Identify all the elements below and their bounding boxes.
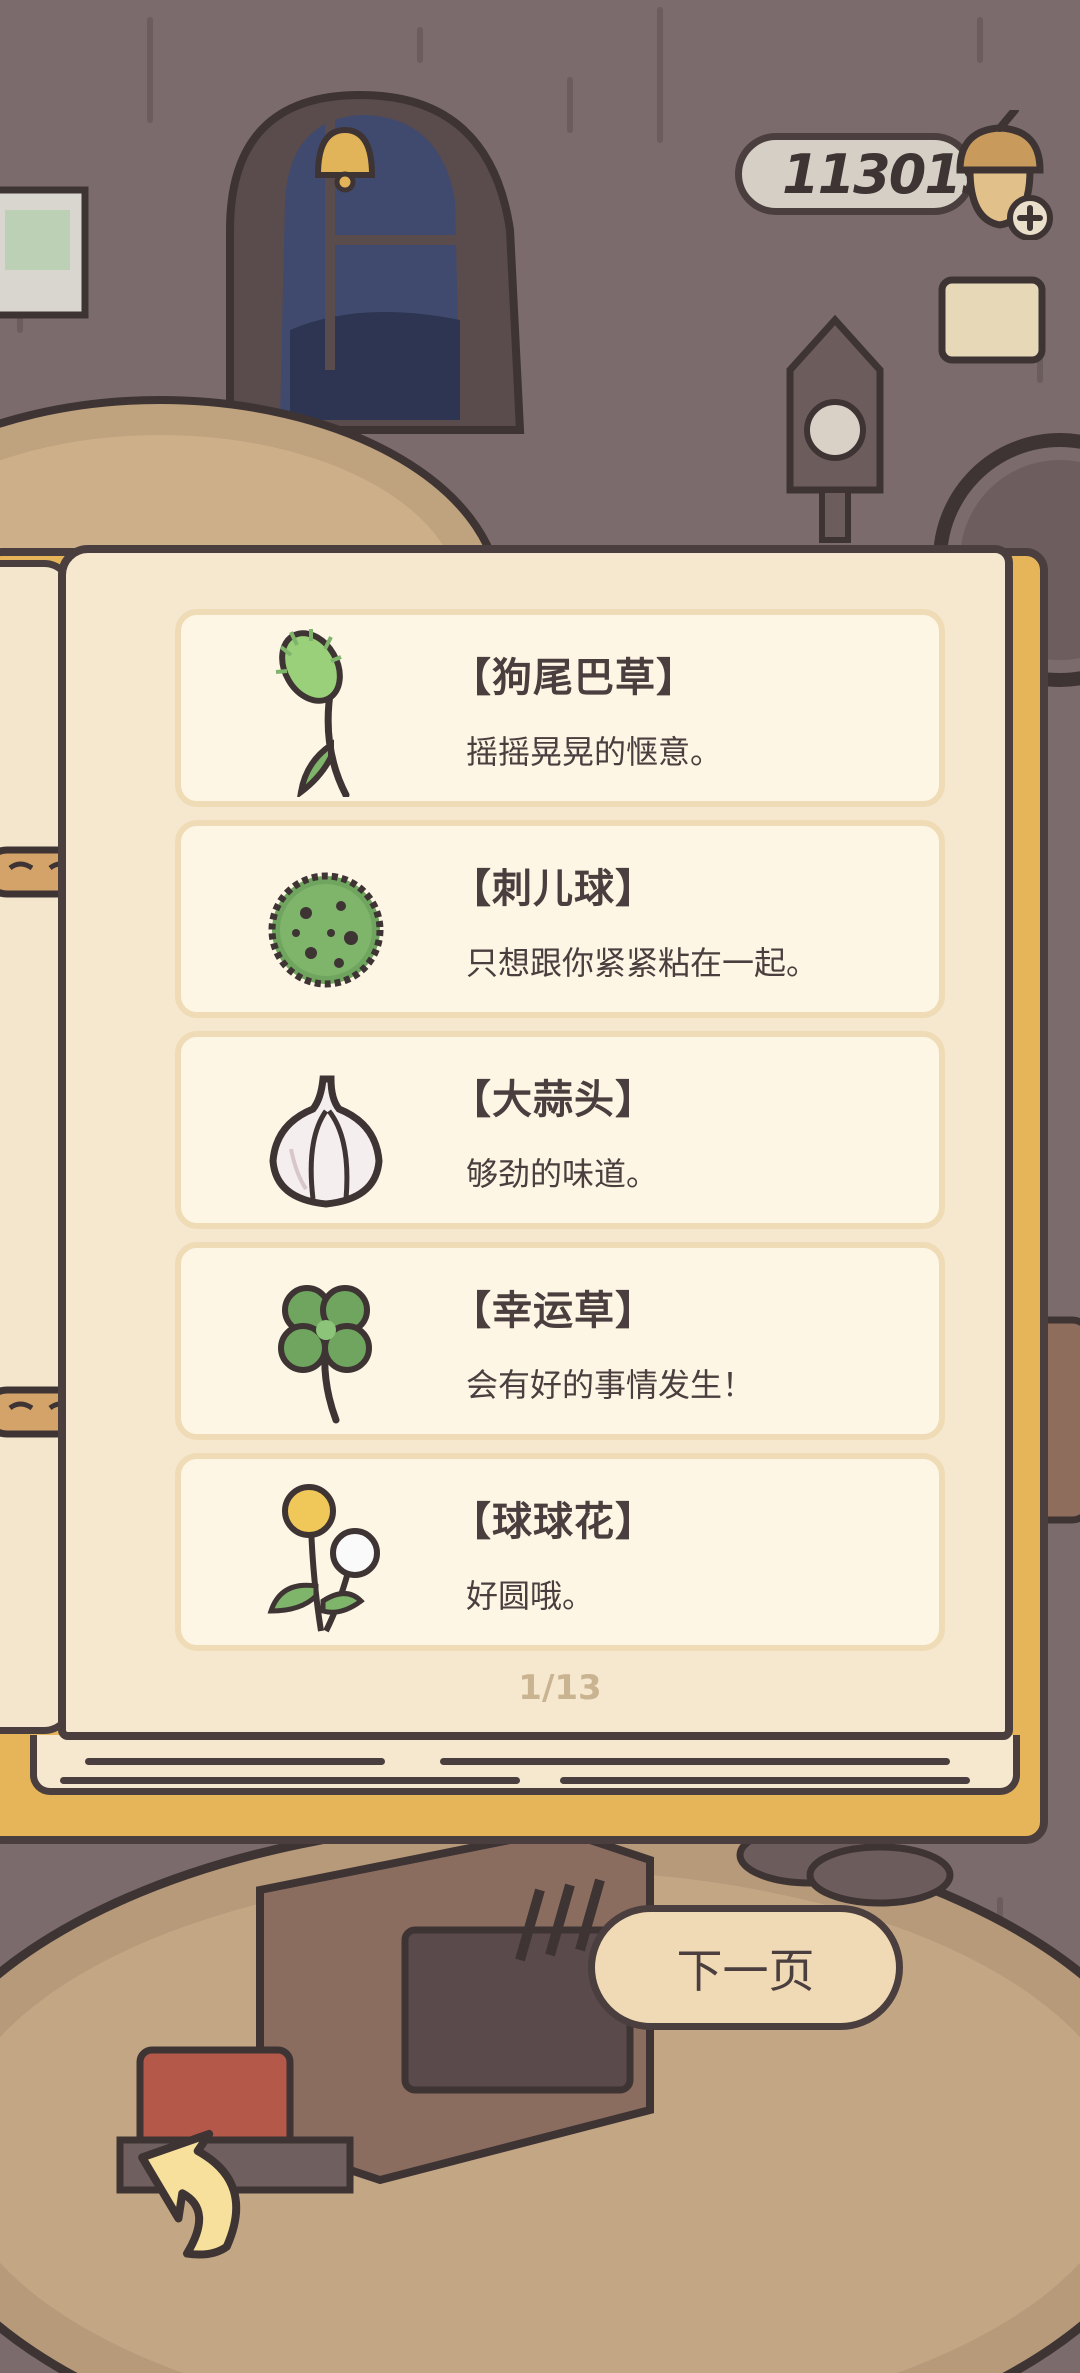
entry-name: 【大蒜头】 (451, 1077, 656, 1123)
collection-entry[interactable]: 【狗尾巴草】 摇摇晃晃的惬意。 (175, 609, 945, 807)
garlic-icon (269, 1075, 383, 1208)
foxtail-grass-icon (275, 629, 350, 797)
collection-entry[interactable]: 【球球花】 好圆哦。 (175, 1453, 945, 1651)
acorn-icon[interactable] (945, 110, 1065, 240)
page-edge-line (60, 1777, 520, 1784)
entry-name: 【刺儿球】 (451, 866, 656, 912)
book-page-stack (30, 1735, 1020, 1795)
pom-pom-flower-icon (267, 1484, 380, 1633)
collection-entry[interactable]: 【大蒜头】 够劲的味道。 (175, 1031, 945, 1229)
next-page-button[interactable]: 下一页 (588, 1905, 903, 2030)
collection-entry[interactable]: 【幸运草】 会有好的事情发生！ (175, 1242, 945, 1440)
page-edge-line (85, 1758, 385, 1765)
currency-counter: 113019 (735, 133, 997, 215)
entry-description: 会有好的事情发生！ (466, 1366, 755, 1404)
page-edge-line (440, 1758, 950, 1765)
collection-entry[interactable]: 【刺儿球】 只想跟你紧紧粘在一起。 (175, 820, 945, 1018)
page-edge-line (560, 1777, 970, 1784)
entry-description: 摇摇晃晃的惬意。 (466, 733, 723, 771)
entry-name: 【幸运草】 (451, 1288, 656, 1334)
entry-description: 好圆哦。 (466, 1577, 595, 1615)
back-arrow-icon[interactable] (112, 2120, 262, 2270)
entry-description: 只想跟你紧紧粘在一起。 (466, 944, 819, 982)
entry-description: 够劲的味道。 (466, 1155, 659, 1193)
entry-name: 【球球花】 (451, 1499, 656, 1545)
burr-ball-icon (268, 872, 384, 988)
entry-name: 【狗尾巴草】 (451, 655, 697, 701)
page-indicator: 1/13 (518, 1668, 602, 1708)
clover-icon (278, 1285, 372, 1424)
